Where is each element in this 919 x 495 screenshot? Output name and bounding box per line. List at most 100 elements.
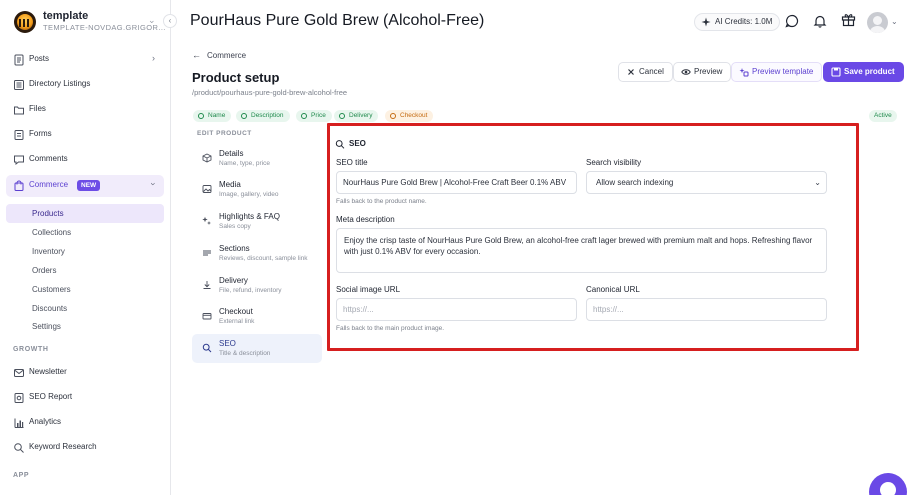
canonical-url-input[interactable]: https://... [586, 298, 827, 321]
sidebar-subitem-label: Orders [32, 266, 57, 275]
preview-template-label: Preview template [752, 67, 814, 76]
step-checkout[interactable]: Checkout [385, 110, 434, 122]
step-label: Delivery [349, 112, 373, 119]
image-icon [202, 185, 212, 193]
list-icon [14, 80, 24, 90]
collapse-sidebar-button[interactable]: ‹ [163, 14, 177, 28]
status-badge: Active [869, 110, 897, 122]
section-heading-app: APP [13, 472, 30, 479]
tab-media[interactable]: Media Image, gallery, video [192, 175, 322, 204]
search-visibility-select[interactable]: Allow search indexing ⌄ [586, 171, 827, 194]
sidebar-subitem-products[interactable]: Products [6, 204, 164, 223]
template-sparkle-icon [739, 68, 749, 77]
sidebar-item-newsletter[interactable]: Newsletter [6, 362, 164, 384]
credit-card-icon [202, 313, 212, 320]
sidebar-subitem-label: Collections [32, 228, 72, 237]
sidebar-subitem-collections[interactable]: Collections [6, 223, 164, 242]
tab-label: Delivery [219, 276, 248, 285]
sections-icon [203, 250, 211, 256]
chat-icon[interactable] [785, 14, 799, 28]
seo-title-input[interactable]: NourHaus Pure Gold Brew | Alcohol-Free C… [336, 171, 577, 194]
sidebar-subitem-inventory[interactable]: Inventory [6, 242, 164, 261]
preview-label: Preview [694, 67, 723, 76]
step-delivery[interactable]: Delivery [334, 110, 379, 122]
sidebar-subitem-label: Discounts [32, 304, 68, 313]
tab-highlights-faq[interactable]: Highlights & FAQ Sales copy [192, 207, 322, 236]
search-icon [335, 140, 345, 149]
seo-heading: SEO [335, 139, 366, 149]
support-chat-button[interactable] [869, 473, 907, 495]
sidebar-item-analytics[interactable]: Analytics [6, 412, 164, 434]
tab-delivery[interactable]: Delivery File, refund, inventory [192, 271, 322, 300]
sidebar-item-commerce[interactable]: Commerce NEW › [6, 175, 164, 197]
workspace-switcher[interactable]: template TEMPLATE-NOVDAG.GRIGOR... ⌄ [12, 9, 165, 35]
step-description[interactable]: Description [236, 110, 290, 122]
chevron-down-icon[interactable]: ⌄ [891, 17, 898, 26]
seo-heading-label: SEO [349, 139, 366, 148]
sidebar-item-label: Analytics [29, 417, 62, 426]
tab-sections[interactable]: Sections Reviews, discount, sample link [192, 239, 322, 268]
sidebar-item-posts[interactable]: Posts › [6, 49, 164, 71]
product-path: /product/pourhaus-pure-gold-brew-alcohol… [192, 88, 348, 97]
user-avatar[interactable] [867, 12, 888, 33]
ai-credits-badge[interactable]: AI Credits: 1.0M [694, 13, 781, 31]
page-title: PourHaus Pure Gold Brew (Alcohol-Free) [190, 12, 485, 29]
meta-description-label: Meta description [336, 215, 395, 224]
arrow-left-icon: ← [192, 50, 201, 60]
step-name[interactable]: Name [193, 110, 232, 122]
sidebar-item-directory-listings[interactable]: Directory Listings [6, 74, 164, 96]
tab-label: Checkout [219, 307, 253, 316]
back-to-commerce-link[interactable]: ← Commerce [192, 50, 246, 60]
sidebar-subitem-label: Products [32, 209, 64, 218]
sidebar-item-label: Forms [29, 129, 52, 138]
gift-icon[interactable] [841, 12, 856, 27]
sidebar-item-label: Posts [29, 54, 50, 63]
preview-template-button[interactable]: Preview template [731, 62, 823, 82]
tab-seo[interactable]: SEO Title & description [192, 334, 322, 363]
sidebar-item-forms[interactable]: Forms [6, 124, 164, 146]
save-product-label: Save product [844, 67, 895, 76]
workspace-name: template [43, 10, 89, 22]
sidebar-item-label: SEO Report [29, 392, 73, 401]
step-label: Description [251, 112, 284, 119]
chevron-right-icon: › [152, 53, 155, 63]
tab-sublabel: Image, gallery, video [219, 191, 279, 198]
sidebar-subitem-label: Inventory [32, 247, 65, 256]
shopping-bag-icon [14, 180, 24, 191]
canonical-url-label: Canonical URL [586, 285, 640, 294]
tab-label: Highlights & FAQ [219, 212, 280, 221]
cube-icon [202, 153, 212, 163]
step-price[interactable]: Price [296, 110, 332, 122]
sidebar-subitem-discounts[interactable]: Discounts [6, 299, 164, 318]
bell-icon[interactable] [813, 14, 827, 28]
search-icon [202, 343, 212, 353]
tab-checkout[interactable]: Checkout External link [192, 302, 322, 331]
cancel-button[interactable]: Cancel [618, 62, 673, 82]
folder-icon [14, 106, 24, 115]
sidebar-item-label: Commerce [29, 180, 69, 189]
tab-sublabel: Title & description [219, 350, 271, 357]
tab-details[interactable]: Details Name, type, price [192, 144, 322, 173]
sidebar-item-label: Newsletter [29, 367, 67, 376]
document-icon [14, 54, 24, 66]
save-icon [831, 67, 841, 77]
save-product-button[interactable]: Save product [823, 62, 904, 82]
sidebar-item-comments[interactable]: Comments [6, 149, 164, 171]
sidebar-subitem-customers[interactable]: Customers [6, 280, 164, 299]
tab-label: Details [219, 149, 244, 158]
preview-button[interactable]: Preview [673, 62, 732, 82]
download-icon [203, 281, 211, 289]
tab-sublabel: Name, type, price [219, 160, 270, 167]
sidebar-item-seo-report[interactable]: SEO Report [6, 387, 164, 409]
sidebar-subitem-orders[interactable]: Orders [6, 261, 164, 280]
sidebar-item-keyword-research[interactable]: Keyword Research [6, 437, 164, 459]
section-heading-growth: GROWTH [13, 346, 49, 353]
bar-chart-icon [14, 418, 24, 428]
chat-bubble-icon [880, 482, 896, 495]
social-image-url-input[interactable]: https://... [336, 298, 577, 321]
tab-label: SEO [219, 339, 236, 348]
meta-description-textarea[interactable]: Enjoy the crisp taste of NourHaus Pure G… [336, 228, 827, 273]
sidebar-item-files[interactable]: Files [6, 99, 164, 121]
sidebar-subitem-settings[interactable]: Settings [6, 317, 164, 336]
step-label: Checkout [400, 112, 428, 119]
